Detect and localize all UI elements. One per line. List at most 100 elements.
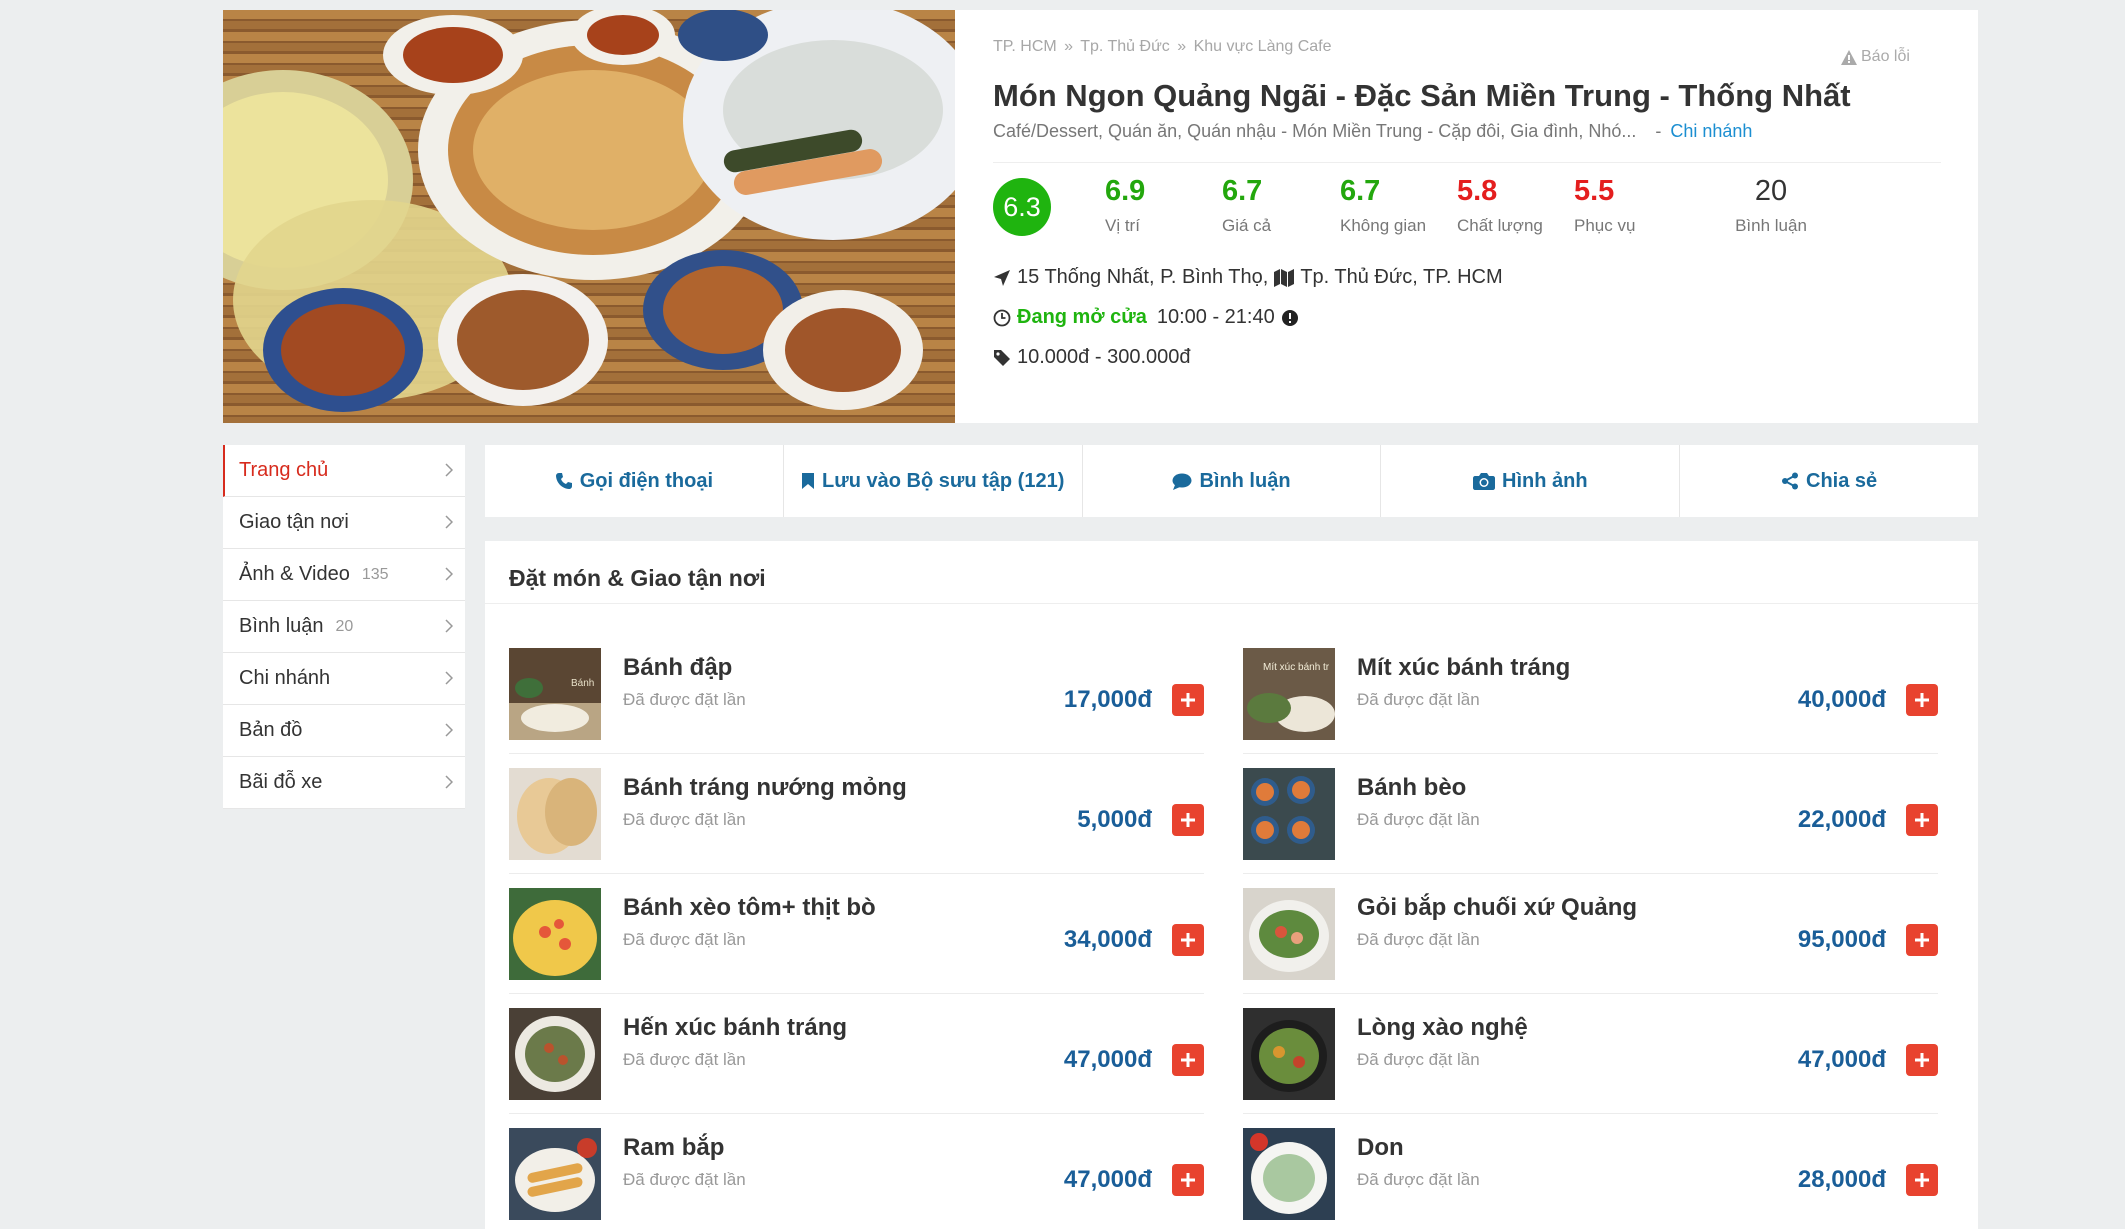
- dish-thumbnail[interactable]: [509, 1008, 601, 1100]
- nav-item-home[interactable]: Trang chủ: [223, 445, 465, 497]
- nav-item-photos[interactable]: Ảnh & Video 135: [223, 549, 465, 601]
- breadcrumb-city[interactable]: TP. HCM: [993, 38, 1057, 55]
- rating-label: Chất lượng: [1457, 216, 1543, 235]
- add-to-cart-button[interactable]: [1906, 1164, 1938, 1196]
- chevron-right-icon: [445, 723, 453, 737]
- add-to-cart-button[interactable]: [1172, 804, 1204, 836]
- add-to-cart-button[interactable]: [1172, 924, 1204, 956]
- menu-item[interactable]: Bánh xèo tôm+ thịt bò Đã được đặt lần 34…: [509, 874, 1204, 994]
- bookmark-icon: [802, 473, 815, 489]
- clock-icon: [993, 309, 1011, 326]
- rating-label: Không gian: [1340, 216, 1427, 235]
- dish-price: 40,000đ: [1797, 686, 1886, 713]
- order-count-note: Đã được đặt lần: [1357, 1050, 1480, 1069]
- plus-icon: [1181, 1053, 1195, 1067]
- nav-item-delivery[interactable]: Giao tận nơi: [223, 497, 465, 549]
- add-to-cart-button[interactable]: [1172, 1164, 1204, 1196]
- nav-item-parking[interactable]: Bãi đỗ xe: [223, 757, 465, 809]
- menu-item[interactable]: Bánh bèo Đã được đặt lần 22,000đ: [1243, 754, 1938, 874]
- divider: [993, 162, 1941, 163]
- dish-price: 17,000đ: [1063, 686, 1152, 713]
- share-button[interactable]: Chia sẻ: [1680, 445, 1978, 517]
- nav-item-branches[interactable]: Chi nhánh: [223, 653, 465, 705]
- rating-label: Vị trí: [1105, 216, 1140, 235]
- nav-item-label: Bản đồ: [239, 719, 303, 741]
- breadcrumb-area[interactable]: Khu vực Làng Cafe: [1194, 38, 1332, 55]
- plus-icon: [1915, 693, 1929, 707]
- menu-item[interactable]: Bánh Bánh đập Đã được đặt lần 17,000đ: [509, 634, 1204, 754]
- dish-thumbnail[interactable]: [1243, 1008, 1335, 1100]
- warning-icon: [1841, 49, 1857, 65]
- restaurant-header: TP. HCM » Tp. Thủ Đức » Khu vực Làng Caf…: [223, 10, 1978, 423]
- nav-item-map[interactable]: Bản đồ: [223, 705, 465, 757]
- address-city: Tp. Thủ Đức, TP. HCM: [1300, 266, 1503, 288]
- add-to-cart-button[interactable]: [1906, 924, 1938, 956]
- dish-thumbnail[interactable]: [509, 888, 601, 980]
- add-to-cart-button[interactable]: [1906, 684, 1938, 716]
- price-tag-icon: [994, 349, 1010, 366]
- dish-thumbnail[interactable]: Bánh: [509, 648, 601, 740]
- divider: [485, 603, 1978, 604]
- nav-item-label: Ảnh & Video: [239, 563, 350, 585]
- dish-thumbnail[interactable]: [1243, 888, 1335, 980]
- nav-item-count: 135: [361, 565, 389, 583]
- photos-button[interactable]: Hình ảnh: [1381, 445, 1681, 517]
- menu-item[interactable]: Mít xúc bánh tr Mít xúc bánh tráng Đã đư…: [1243, 634, 1938, 754]
- nav-item-reviews[interactable]: Bình luận 20: [223, 601, 465, 653]
- branch-dash: -: [1655, 121, 1662, 141]
- review-count-value: 20: [1754, 175, 1788, 207]
- save-to-collection-button[interactable]: Lưu vào Bộ sưu tập (121): [784, 445, 1083, 517]
- chevron-right-icon: [445, 671, 453, 685]
- menu-item[interactable]: Bánh tráng nướng mỏng Đã được đặt lần 5,…: [509, 754, 1204, 874]
- menu-item[interactable]: Gỏi bắp chuối xứ Quảng Đã được đặt lần 9…: [1243, 874, 1938, 994]
- dish-price: 5,000đ: [1077, 806, 1152, 833]
- dish-thumbnail[interactable]: [509, 768, 601, 860]
- breadcrumb-district[interactable]: Tp. Thủ Đức: [1080, 38, 1170, 55]
- overall-score-badge: 6.3: [993, 178, 1051, 236]
- review-count[interactable]: 20 Bình luận: [1711, 175, 1831, 236]
- dish-name: Don: [1357, 1134, 1404, 1161]
- dish-thumbnail[interactable]: [509, 1128, 601, 1220]
- menu-item[interactable]: Hến xúc bánh tráng Đã được đặt lần 47,00…: [509, 994, 1204, 1114]
- nav-item-label: Giao tận nơi: [239, 511, 349, 533]
- add-to-cart-button[interactable]: [1172, 684, 1204, 716]
- breadcrumb-separator: »: [1177, 38, 1187, 55]
- nav-item-label: Trang chủ: [239, 459, 329, 481]
- rating-label: Phục vụ: [1574, 216, 1636, 235]
- dish-price: 95,000đ: [1797, 926, 1886, 953]
- camera-icon: [1473, 473, 1496, 490]
- restaurant-title: Món Ngon Quảng Ngãi - Đặc Sản Miền Trung…: [993, 78, 1851, 113]
- plus-icon: [1181, 813, 1195, 827]
- add-to-cart-button[interactable]: [1172, 1044, 1204, 1076]
- review-count-label: Bình luận: [1735, 216, 1807, 235]
- call-button[interactable]: Gọi điện thoại: [485, 445, 784, 517]
- menu-item[interactable]: Don Đã được đặt lần 28,000đ: [1243, 1114, 1938, 1229]
- rating-location: 6.9 Vị trí: [1105, 175, 1225, 236]
- report-error-link[interactable]: Báo lỗi: [1841, 48, 1910, 66]
- dish-price: 28,000đ: [1797, 1166, 1886, 1193]
- delivery-menu: Đặt món & Giao tận nơi Bánh Bánh đập Đã …: [485, 541, 1978, 1229]
- dish-thumbnail[interactable]: [1243, 1128, 1335, 1220]
- hero-photo[interactable]: [223, 10, 955, 423]
- info-icon[interactable]: [1281, 309, 1299, 327]
- add-to-cart-button[interactable]: [1906, 1044, 1938, 1076]
- call-button-label: Gọi điện thoại: [579, 469, 714, 492]
- phone-icon: [555, 473, 572, 489]
- save-button-label: Lưu vào Bộ sưu tập (121): [822, 469, 1065, 492]
- dish-name: Lòng xào nghệ: [1357, 1014, 1528, 1041]
- plus-icon: [1915, 1053, 1929, 1067]
- order-count-note: Đã được đặt lần: [623, 690, 746, 709]
- dish-thumbnail[interactable]: Mít xúc bánh tr: [1243, 648, 1335, 740]
- order-count-note: Đã được đặt lần: [1357, 810, 1480, 829]
- comment-button[interactable]: Bình luận: [1083, 445, 1382, 517]
- branch-link[interactable]: Chi nhánh: [1670, 121, 1752, 141]
- plus-icon: [1181, 933, 1195, 947]
- menu-item[interactable]: Lòng xào nghệ Đã được đặt lần 47,000đ: [1243, 994, 1938, 1114]
- map-icon[interactable]: [1274, 268, 1295, 287]
- plus-icon: [1181, 693, 1195, 707]
- dish-thumbnail[interactable]: [1243, 768, 1335, 860]
- breadcrumb: TP. HCM » Tp. Thủ Đức » Khu vực Làng Caf…: [993, 38, 1332, 56]
- dish-name: Bánh xèo tôm+ thịt bò: [623, 894, 876, 921]
- menu-item[interactable]: Ram bắp Đã được đặt lần 47,000đ: [509, 1114, 1204, 1229]
- add-to-cart-button[interactable]: [1906, 804, 1938, 836]
